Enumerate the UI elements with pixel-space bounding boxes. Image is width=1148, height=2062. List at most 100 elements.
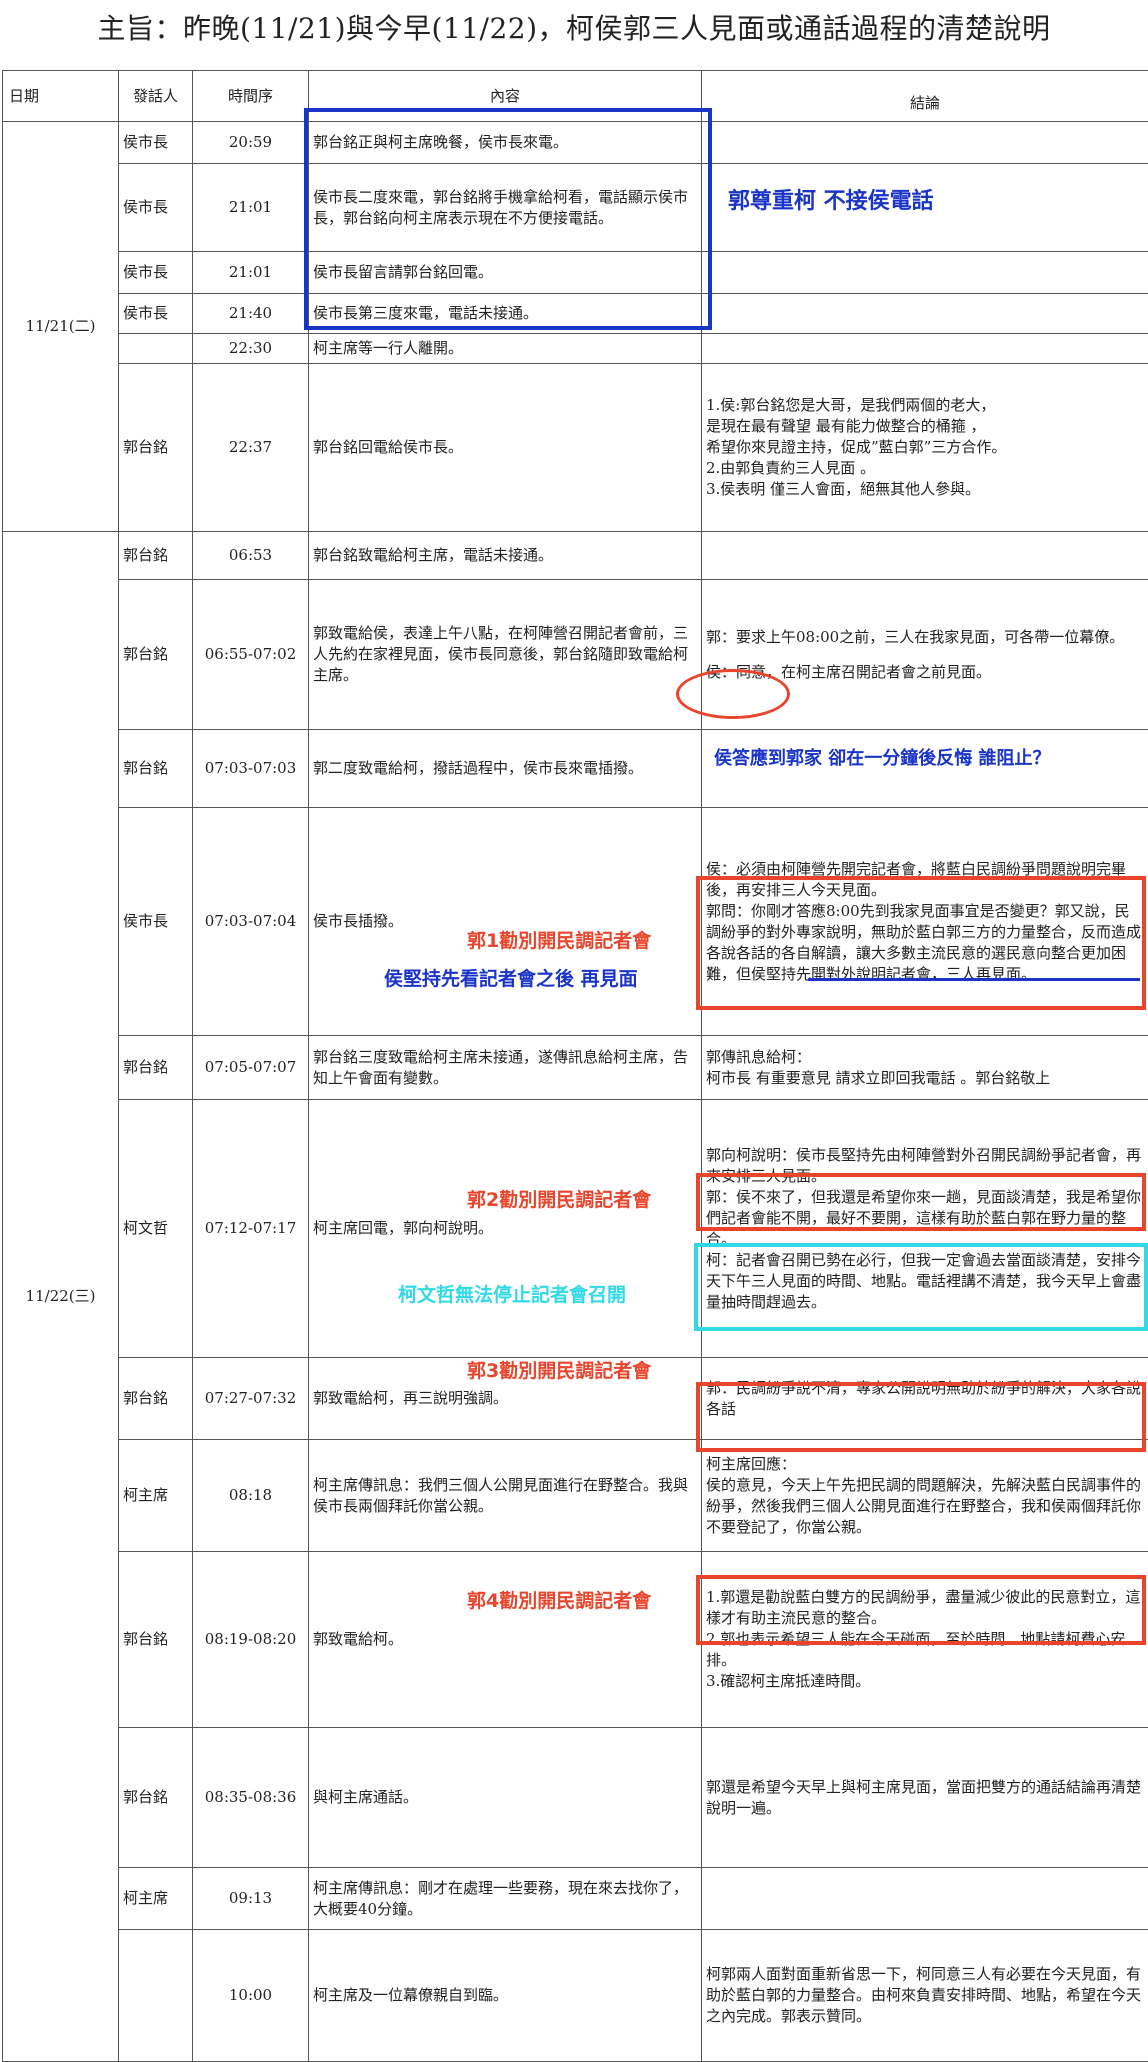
content-cell: 柯主席及一位幕僚親自到臨。 [309,1930,702,2062]
content-cell: 侯市長第三度來電，電話未接通。 [309,294,702,334]
content-cell: 柯主席傳訊息：我們三個人公開見面進行在野整合。我與侯市長兩個拜託你當公親。 [309,1440,702,1552]
conclusion-line: 柯市長 有重要意見 請求立即回我電話 。郭台銘敬上 [706,1068,1144,1089]
speaker-cell: 侯市長 [119,808,193,1036]
content-cell: 與柯主席通話。 [309,1728,702,1868]
red-circle-highlight [676,669,790,719]
conclusion-cell [702,252,1148,294]
header-row: 日期 發話人 時間序 內容 結論 [3,71,1148,122]
speaker-cell: 郭台銘 [119,1358,193,1440]
time-cell: 09:13 [193,1868,309,1930]
content-cell: 侯市長二度來電，郭台銘將手機拿給柯看，電話顯示侯市長，郭台銘向柯主席表示現在不方… [309,164,702,252]
conclusion-line: 侯的意見，今天上午先把民調的問題解決，先解決藍白民調事件的紛爭，然後我們三個人公… [706,1475,1144,1538]
time-cell: 22:30 [193,334,309,364]
time-cell: 21:01 [193,252,309,294]
speaker-cell: 郭台銘 [119,730,193,808]
table-row: 柯主席09:13柯主席傳訊息：剛才在處理一些要務，現在來去找你了，大概要40分鐘… [3,1868,1148,1930]
table-row: 郭台銘06:55-07:02郭致電給侯，表達上午八點，在柯陣營召開記者會前，三人… [3,580,1148,730]
content-cell: 郭台銘致電給柯主席，電話未接通。 [309,532,702,580]
speaker-cell: 侯市長 [119,122,193,164]
conclusion-line: 3.侯表明 僅三人會面，絕無其他人參與。 [706,479,1144,500]
conclusion-cell [702,334,1148,364]
content-cell: 郭致電給侯，表達上午八點，在柯陣營召開記者會前，三人先約在家裡見面，侯市長同意後… [309,580,702,730]
conclusion-line: 郭：侯不來了，但我還是希望你來一趟，見面談清楚，我是希望你們記者會能不開，最好不… [706,1187,1144,1250]
table-row: 侯市長21:01侯市長二度來電，郭台銘將手機拿給柯看，電話顯示侯市長，郭台銘向柯… [3,164,1148,252]
time-cell: 10:00 [193,1930,309,2062]
content-cell: 柯主席回電，郭向柯說明。 [309,1100,702,1358]
conclusion-line: 柯：記者會召開已勢在必行，但我一定會過去當面談清楚，安排今天下午三人見面的時間、… [706,1250,1144,1313]
conclusion-cell: 柯主席回應：侯的意見，今天上午先把民調的問題解決，先解決藍白民調事件的紛爭，然後… [702,1440,1148,1552]
table-row: 郭台銘07:05-07:07郭台銘三度致電給柯主席未接通，遂傳訊息給柯主席，告知… [3,1036,1148,1100]
table-row: 10:00柯主席及一位幕僚親自到臨。柯郭兩人面對面重新省思一下，柯同意三人有必要… [3,1930,1148,2062]
conclusion-line: 是現在最有聲望 最有能力做整合的桶箍 ， [706,416,1144,437]
time-cell: 21:40 [193,294,309,334]
conclusion-line: 希望你來見證主持，促成”藍白郭”三方合作。 [706,437,1144,458]
conclusion-line: 3.確認柯主席抵達時間。 [706,1671,1144,1692]
speaker-cell: 郭台銘 [119,580,193,730]
header-date: 日期 [3,71,119,122]
annotation-guo-urge-3: 郭3勸別開民調記者會 [467,1356,651,1383]
speaker-cell: 柯主席 [119,1440,193,1552]
time-cell: 07:27-07:32 [193,1358,309,1440]
conclusion-cell: 1.侯:郭台銘您是大哥，是我們兩個的老大，是現在最有聲望 最有能力做整合的桶箍 … [702,364,1148,532]
conclusion-cell [702,294,1148,334]
annotation-guo-urge-2: 郭2勸別開民調記者會 [467,1185,651,1212]
table-row: 11/21(二)侯市長20:59郭台銘正與柯主席晚餐，侯市長來電。 [3,122,1148,164]
conclusion-cell: 郭：民調紛爭說不清，專家公開說明無助於紛爭的解決，大家各說各話 [702,1358,1148,1440]
conclusion-line: 柯郭兩人面對面重新省思一下，柯同意三人有必要在今天見面，有助於藍白郭的力量整合。… [706,1964,1144,2027]
conclusion-line: 侯：必須由柯陣營先開完記者會，將藍白民調紛爭問題說明完畢後，再安排三人今天見面。 [706,859,1144,901]
content-cell: 郭台銘正與柯主席晚餐，侯市長來電。 [309,122,702,164]
table-row: 侯市長07:03-07:04侯市長插撥。侯：必須由柯陣營先開完記者會，將藍白民調… [3,808,1148,1036]
table-row: 柯主席08:18柯主席傳訊息：我們三個人公開見面進行在野整合。我與侯市長兩個拜託… [3,1440,1148,1552]
date-cell: 11/22(三) [3,532,119,2062]
time-cell: 08:18 [193,1440,309,1552]
conclusion-line: 郭：民調紛爭說不清，專家公開說明無助於紛爭的解決，大家各說各話 [706,1378,1144,1420]
conclusion-line: 郭向柯說明：侯市長堅持先由柯陣營對外召開民調紛爭記者會，再來安排三人見面。 [706,1145,1144,1187]
conclusion-cell [702,1868,1148,1930]
table-row: 郭台銘22:37郭台銘回電給侯市長。1.侯:郭台銘您是大哥，是我們兩個的老大，是… [3,364,1148,532]
conclusion-line: 1.郭還是勸說藍白雙方的民調紛爭，盡量減少彼此的民意對立，這樣才有助主流民意的整… [706,1587,1144,1629]
annotation-guo-urge-4: 郭4勸別開民調記者會 [467,1586,651,1613]
conclusion-cell: 柯郭兩人面對面重新省思一下，柯同意三人有必要在今天見面，有助於藍白郭的力量整合。… [702,1930,1148,2062]
time-cell: 22:37 [193,364,309,532]
date-cell: 11/21(二) [3,122,119,532]
speaker-cell: 郭台銘 [119,364,193,532]
content-cell: 柯主席傳訊息：剛才在處理一些要務，現在來去找你了，大概要40分鐘。 [309,1868,702,1930]
table-row: 11/22(三)郭台銘06:53郭台銘致電給柯主席，電話未接通。 [3,532,1148,580]
header-content: 內容 [309,71,702,122]
speaker-cell [119,1930,193,2062]
speaker-cell: 郭台銘 [119,1552,193,1728]
table-row: 侯市長21:01侯市長留言請郭台銘回電。 [3,252,1148,294]
conclusion-line: 2.由郭負責約三人見面 。 [706,458,1144,479]
timeline-table: 日期 發話人 時間序 內容 結論 11/21(二)侯市長20:59郭台銘正與柯主… [2,70,1148,2062]
table-row: 侯市長21:40侯市長第三度來電，電話未接通。 [3,294,1148,334]
conclusion-line: 郭問：你剛才答應8:00先到我家見面事宜是否變更？郭又說，民調紛爭的對外專家說明… [706,901,1144,985]
table-row: 22:30柯主席等一行人離開。 [3,334,1148,364]
speaker-cell [119,334,193,364]
header-conclusion: 結論 [702,71,1148,122]
conclusion-line: 郭還是希望今天早上與柯主席見面，當面把雙方的通話結論再清楚說明一遍。 [706,1777,1144,1819]
annotation-ko-cannot-stop: 柯文哲無法停止記者會召開 [398,1280,626,1307]
conclusion-line: 2.郭也表示希望三人能在今天碰面，至於時間、地點請柯費心安排。 [706,1629,1144,1671]
conclusion-cell: 郭還是希望今天早上與柯主席見面，當面把雙方的通話結論再清楚說明一遍。 [702,1728,1148,1868]
header-speaker: 發話人 [119,71,193,122]
page-title: 主旨：昨晚(11/21)與今早(11/22)，柯侯郭三人見面或通話過程的清楚說明 [0,0,1148,50]
time-cell: 06:55-07:02 [193,580,309,730]
annotation-guo-urge-1: 郭1勸別開民調記者會 [467,926,651,953]
time-cell: 07:03-07:03 [193,730,309,808]
conclusion-cell: 侯：必須由柯陣營先開完記者會，將藍白民調紛爭問題說明完畢後，再安排三人今天見面。… [702,808,1148,1036]
conclusion-line: 1.侯:郭台銘您是大哥，是我們兩個的老大， [706,395,1144,416]
time-cell: 07:03-07:04 [193,808,309,1036]
content-cell: 柯主席等一行人離開。 [309,334,702,364]
time-cell: 07:12-07:17 [193,1100,309,1358]
speaker-cell: 郭台銘 [119,1728,193,1868]
table-row: 郭台銘08:19-08:20郭致電給柯。1.郭還是勸說藍白雙方的民調紛爭，盡量減… [3,1552,1148,1728]
speaker-cell: 柯主席 [119,1868,193,1930]
header-time: 時間序 [193,71,309,122]
time-cell: 07:05-07:07 [193,1036,309,1100]
time-cell: 21:01 [193,164,309,252]
content-cell: 郭台銘三度致電給柯主席未接通，遂傳訊息給柯主席，告知上午會面有變數。 [309,1036,702,1100]
conclusion-cell [702,532,1148,580]
conclusion-cell: 郭傳訊息給柯：柯市長 有重要意見 請求立即回我電話 。郭台銘敬上 [702,1036,1148,1100]
table-row: 郭台銘08:35-08:36與柯主席通話。郭還是希望今天早上與柯主席見面，當面把… [3,1728,1148,1868]
blue-underline [808,978,1140,981]
